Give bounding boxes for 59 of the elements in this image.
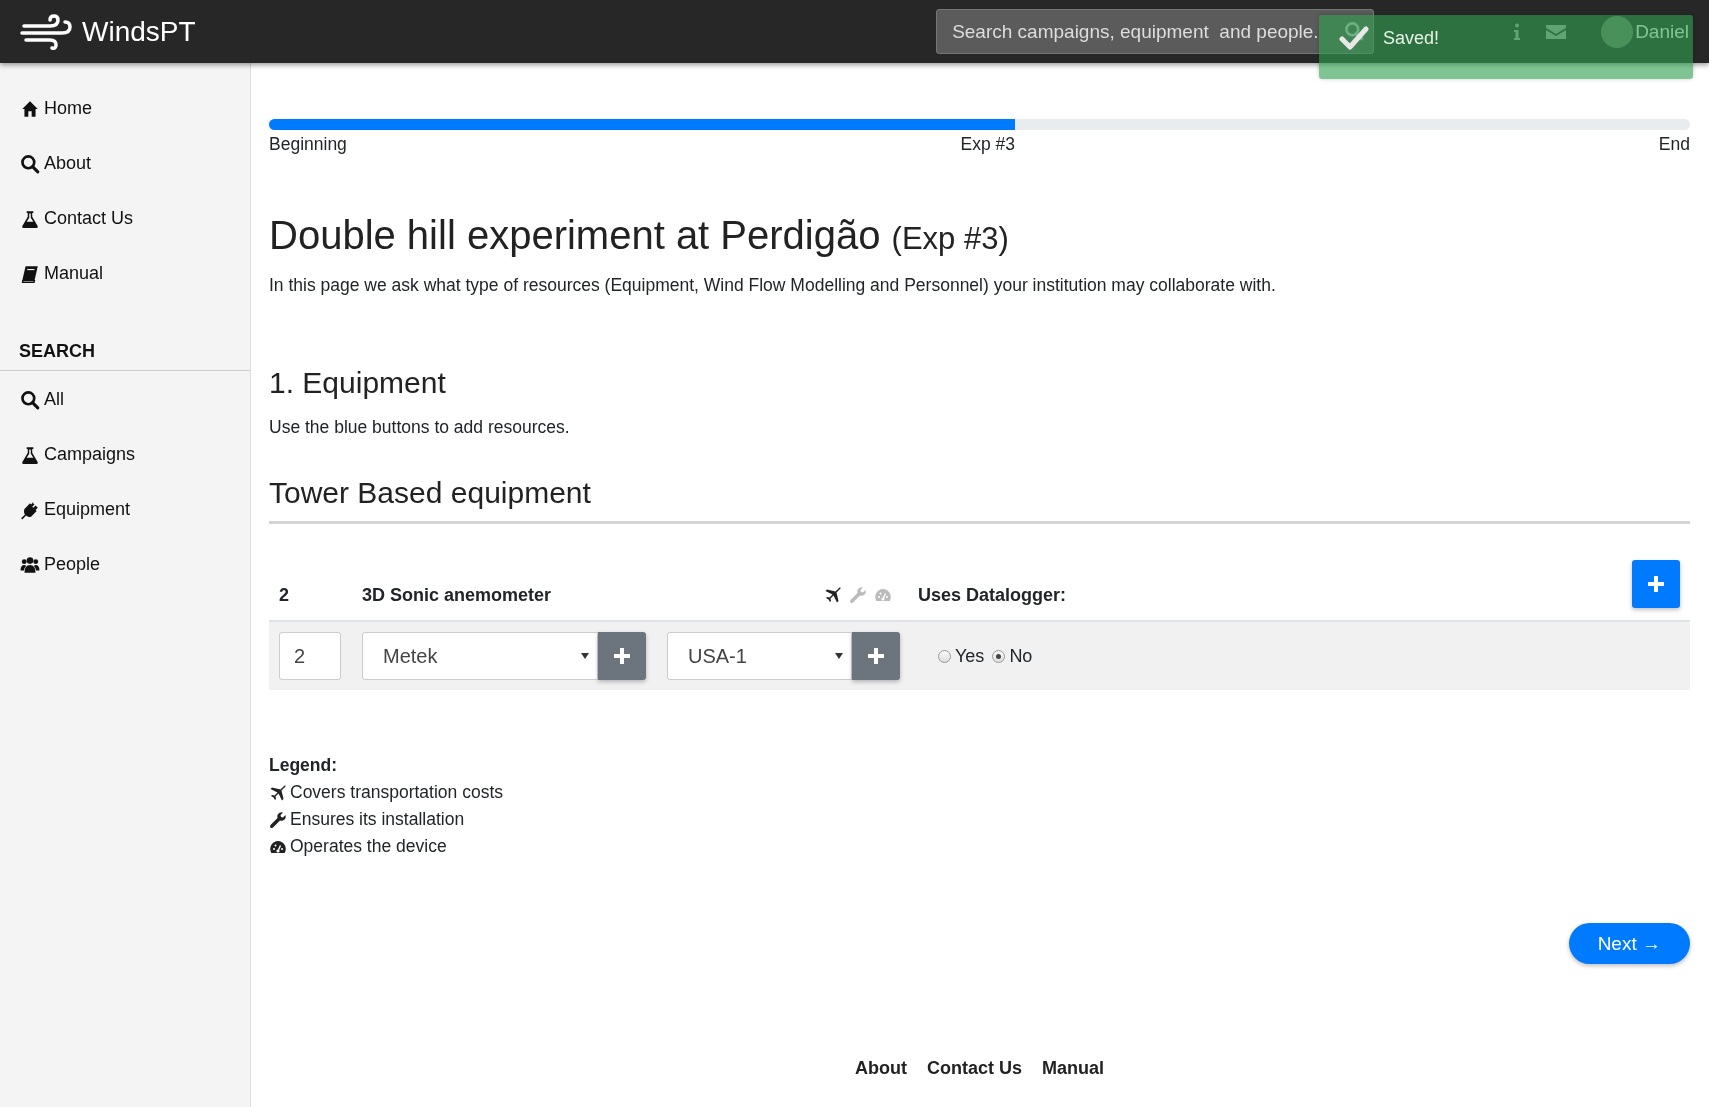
book-icon <box>20 263 40 284</box>
datalogger-label: Uses Datalogger: <box>918 584 1067 605</box>
instruction-text: Use the blue buttons to add resources. <box>269 417 571 438</box>
sidebar-item[interactable]: Contact Us <box>0 191 250 246</box>
flask-icon <box>20 208 40 229</box>
legend-text: Operates the device <box>290 835 447 858</box>
people-icon <box>20 554 40 575</box>
subsection-heading: Tower Based equipment <box>269 476 1690 524</box>
plane-icon <box>269 783 287 802</box>
sidebar-item[interactable]: Equipment <box>0 482 250 537</box>
notification-text: Saved! <box>1383 27 1440 49</box>
footer-link[interactable]: Contact Us <box>926 1058 1022 1079</box>
flask-icon <box>20 444 40 465</box>
equipment-count: 2 <box>279 584 290 606</box>
search-icon <box>20 153 40 174</box>
progress-label: Exp #3 <box>960 134 1016 155</box>
radio-label[interactable]: No <box>1009 645 1033 667</box>
add-model-button[interactable] <box>852 632 900 680</box>
manufacturer-dropdown[interactable]: Metek <box>362 632 598 680</box>
sidebar-item[interactable]: People <box>0 537 250 592</box>
sidebar-item[interactable]: Campaigns <box>0 427 250 482</box>
section-heading: SEARCH <box>0 341 250 371</box>
search-icon <box>1344 21 1365 41</box>
plus-icon <box>868 648 884 664</box>
progress-label: Beginning <box>269 134 347 155</box>
radio-button[interactable] <box>938 649 951 663</box>
sidebar-item[interactable]: All <box>0 372 250 427</box>
brand-link[interactable]: WindsPT <box>20 13 196 50</box>
plus-icon <box>614 648 630 664</box>
radio-button[interactable] <box>992 649 1006 663</box>
caret-icon <box>581 653 589 659</box>
info-icon[interactable] <box>1513 22 1522 41</box>
footer-link[interactable]: Manual <box>1042 1058 1104 1079</box>
caret-icon <box>835 653 843 659</box>
section-heading: 1. Equipment <box>269 366 447 400</box>
legend-text: Covers transportation costs <box>290 781 503 804</box>
wrench-icon <box>269 810 287 829</box>
check-icon <box>1339 25 1369 51</box>
wind-icon <box>20 13 72 50</box>
legend-text: Ensures its installation <box>290 808 465 831</box>
model-dropdown[interactable]: USA-1 <box>667 632 852 680</box>
add-button[interactable] <box>1632 560 1680 608</box>
sidebar-item[interactable]: Home <box>0 81 250 136</box>
plus-icon <box>1648 576 1664 592</box>
footer-link[interactable]: About <box>855 1058 907 1079</box>
legend-title: Legend: <box>269 754 339 777</box>
quantity-field[interactable]: 2 <box>279 632 341 680</box>
sidebar-item[interactable]: Manual <box>0 246 250 301</box>
next-button[interactable]: Next → <box>1568 923 1690 964</box>
search-icon <box>20 389 40 410</box>
sidebar-item[interactable]: About <box>0 136 250 191</box>
progress-label: End <box>1658 134 1690 155</box>
radio-label[interactable]: Yes <box>955 645 985 667</box>
intro-text: In this page we ask what type of resources (Equipment, Wind Flow Modelling and Personnel) your institution may collaborate with. <box>269 275 1277 296</box>
add-manufacturer-button[interactable] <box>598 632 646 680</box>
page-title: Double hill experiment at Perdigão (Exp #3) <box>269 213 1010 258</box>
equipment-name: 3D Sonic anemometer <box>362 584 553 606</box>
search-field[interactable]: Search campaigns, equipment and people. <box>936 9 1375 54</box>
envelope-icon[interactable] <box>1546 23 1567 40</box>
